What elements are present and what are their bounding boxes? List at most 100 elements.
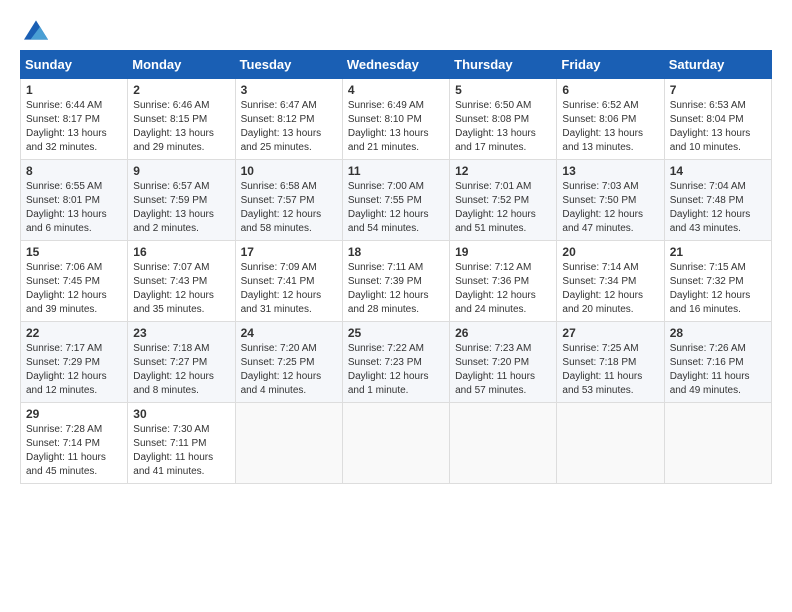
calendar-day-cell: 7 Sunrise: 6:53 AM Sunset: 8:04 PM Dayli… (664, 79, 771, 160)
daylight-label: Daylight: 12 hours and 28 minutes. (348, 290, 429, 315)
calendar-week-row: 8 Sunrise: 6:55 AM Sunset: 8:01 PM Dayli… (21, 160, 772, 241)
day-info: Sunrise: 7:03 AM Sunset: 7:50 PM Dayligh… (562, 180, 658, 236)
calendar-day-cell: 26 Sunrise: 7:23 AM Sunset: 7:20 PM Dayl… (450, 322, 557, 403)
sunrise-label: Sunrise: 6:52 AM (562, 100, 638, 111)
sunset-label: Sunset: 7:45 PM (26, 276, 100, 287)
daylight-label: Daylight: 11 hours and 57 minutes. (455, 371, 535, 396)
day-info: Sunrise: 7:01 AM Sunset: 7:52 PM Dayligh… (455, 180, 551, 236)
sunset-label: Sunset: 7:14 PM (26, 438, 100, 449)
logo-icon (24, 20, 48, 40)
sunrise-label: Sunrise: 7:11 AM (348, 262, 423, 273)
day-number: 27 (562, 326, 658, 340)
day-info: Sunrise: 6:52 AM Sunset: 8:06 PM Dayligh… (562, 99, 658, 155)
sunrise-label: Sunrise: 7:28 AM (26, 424, 102, 435)
day-info: Sunrise: 7:09 AM Sunset: 7:41 PM Dayligh… (241, 261, 337, 317)
day-info: Sunrise: 6:53 AM Sunset: 8:04 PM Dayligh… (670, 99, 766, 155)
sunrise-label: Sunrise: 7:23 AM (455, 343, 531, 354)
sunset-label: Sunset: 7:50 PM (562, 195, 636, 206)
calendar-day-cell: 25 Sunrise: 7:22 AM Sunset: 7:23 PM Dayl… (342, 322, 449, 403)
day-info: Sunrise: 6:47 AM Sunset: 8:12 PM Dayligh… (241, 99, 337, 155)
calendar-day-cell: 28 Sunrise: 7:26 AM Sunset: 7:16 PM Dayl… (664, 322, 771, 403)
calendar-week-row: 1 Sunrise: 6:44 AM Sunset: 8:17 PM Dayli… (21, 79, 772, 160)
day-info: Sunrise: 7:06 AM Sunset: 7:45 PM Dayligh… (26, 261, 122, 317)
sunset-label: Sunset: 7:57 PM (241, 195, 315, 206)
daylight-label: Daylight: 12 hours and 8 minutes. (133, 371, 214, 396)
sunset-label: Sunset: 8:04 PM (670, 114, 744, 125)
sunset-label: Sunset: 7:48 PM (670, 195, 744, 206)
day-number: 29 (26, 407, 122, 421)
sunrise-label: Sunrise: 7:14 AM (562, 262, 638, 273)
day-number: 17 (241, 245, 337, 259)
calendar-day-cell: 22 Sunrise: 7:17 AM Sunset: 7:29 PM Dayl… (21, 322, 128, 403)
calendar-day-cell: 10 Sunrise: 6:58 AM Sunset: 7:57 PM Dayl… (235, 160, 342, 241)
day-info: Sunrise: 6:57 AM Sunset: 7:59 PM Dayligh… (133, 180, 229, 236)
day-info: Sunrise: 7:15 AM Sunset: 7:32 PM Dayligh… (670, 261, 766, 317)
day-info: Sunrise: 7:14 AM Sunset: 7:34 PM Dayligh… (562, 261, 658, 317)
day-info: Sunrise: 6:58 AM Sunset: 7:57 PM Dayligh… (241, 180, 337, 236)
logo (20, 20, 48, 40)
sunset-label: Sunset: 7:16 PM (670, 357, 744, 368)
day-number: 30 (133, 407, 229, 421)
calendar-day-cell: 30 Sunrise: 7:30 AM Sunset: 7:11 PM Dayl… (128, 403, 235, 484)
daylight-label: Daylight: 12 hours and 58 minutes. (241, 209, 322, 234)
day-number: 6 (562, 83, 658, 97)
day-info: Sunrise: 7:30 AM Sunset: 7:11 PM Dayligh… (133, 423, 229, 479)
day-info: Sunrise: 6:46 AM Sunset: 8:15 PM Dayligh… (133, 99, 229, 155)
calendar-day-cell: 16 Sunrise: 7:07 AM Sunset: 7:43 PM Dayl… (128, 241, 235, 322)
day-number: 24 (241, 326, 337, 340)
daylight-label: Daylight: 12 hours and 54 minutes. (348, 209, 429, 234)
sunrise-label: Sunrise: 7:17 AM (26, 343, 102, 354)
day-info: Sunrise: 7:17 AM Sunset: 7:29 PM Dayligh… (26, 342, 122, 398)
sunrise-label: Sunrise: 7:25 AM (562, 343, 638, 354)
calendar-day-cell (235, 403, 342, 484)
day-number: 23 (133, 326, 229, 340)
sunset-label: Sunset: 7:20 PM (455, 357, 529, 368)
day-info: Sunrise: 7:04 AM Sunset: 7:48 PM Dayligh… (670, 180, 766, 236)
day-number: 10 (241, 164, 337, 178)
sunset-label: Sunset: 8:15 PM (133, 114, 207, 125)
calendar-day-cell: 21 Sunrise: 7:15 AM Sunset: 7:32 PM Dayl… (664, 241, 771, 322)
sunset-label: Sunset: 8:06 PM (562, 114, 636, 125)
daylight-label: Daylight: 12 hours and 20 minutes. (562, 290, 643, 315)
daylight-label: Daylight: 11 hours and 53 minutes. (562, 371, 642, 396)
day-info: Sunrise: 7:23 AM Sunset: 7:20 PM Dayligh… (455, 342, 551, 398)
sunrise-label: Sunrise: 6:46 AM (133, 100, 209, 111)
day-number: 12 (455, 164, 551, 178)
daylight-label: Daylight: 13 hours and 25 minutes. (241, 128, 322, 153)
sunrise-label: Sunrise: 7:06 AM (26, 262, 102, 273)
sunrise-label: Sunrise: 6:47 AM (241, 100, 317, 111)
calendar-day-cell: 24 Sunrise: 7:20 AM Sunset: 7:25 PM Dayl… (235, 322, 342, 403)
day-info: Sunrise: 6:49 AM Sunset: 8:10 PM Dayligh… (348, 99, 444, 155)
day-number: 3 (241, 83, 337, 97)
sunset-label: Sunset: 7:18 PM (562, 357, 636, 368)
day-info: Sunrise: 7:28 AM Sunset: 7:14 PM Dayligh… (26, 423, 122, 479)
daylight-label: Daylight: 12 hours and 16 minutes. (670, 290, 751, 315)
sunset-label: Sunset: 7:11 PM (133, 438, 206, 449)
day-number: 8 (26, 164, 122, 178)
sunrise-label: Sunrise: 6:50 AM (455, 100, 531, 111)
sunrise-label: Sunrise: 7:07 AM (133, 262, 209, 273)
sunrise-label: Sunrise: 7:04 AM (670, 181, 746, 192)
sunrise-label: Sunrise: 6:49 AM (348, 100, 424, 111)
daylight-label: Daylight: 13 hours and 21 minutes. (348, 128, 429, 153)
day-number: 21 (670, 245, 766, 259)
sunset-label: Sunset: 7:23 PM (348, 357, 422, 368)
calendar-weekday-tuesday: Tuesday (235, 51, 342, 79)
calendar-day-cell (342, 403, 449, 484)
calendar-weekday-sunday: Sunday (21, 51, 128, 79)
daylight-label: Daylight: 13 hours and 6 minutes. (26, 209, 107, 234)
sunrise-label: Sunrise: 6:58 AM (241, 181, 317, 192)
day-number: 7 (670, 83, 766, 97)
sunrise-label: Sunrise: 6:44 AM (26, 100, 102, 111)
day-info: Sunrise: 7:07 AM Sunset: 7:43 PM Dayligh… (133, 261, 229, 317)
day-number: 1 (26, 83, 122, 97)
day-number: 16 (133, 245, 229, 259)
daylight-label: Daylight: 13 hours and 29 minutes. (133, 128, 214, 153)
day-info: Sunrise: 7:11 AM Sunset: 7:39 PM Dayligh… (348, 261, 444, 317)
calendar-day-cell (557, 403, 664, 484)
sunset-label: Sunset: 7:43 PM (133, 276, 207, 287)
calendar-day-cell: 6 Sunrise: 6:52 AM Sunset: 8:06 PM Dayli… (557, 79, 664, 160)
sunset-label: Sunset: 7:36 PM (455, 276, 529, 287)
sunrise-label: Sunrise: 7:22 AM (348, 343, 424, 354)
calendar-day-cell: 3 Sunrise: 6:47 AM Sunset: 8:12 PM Dayli… (235, 79, 342, 160)
